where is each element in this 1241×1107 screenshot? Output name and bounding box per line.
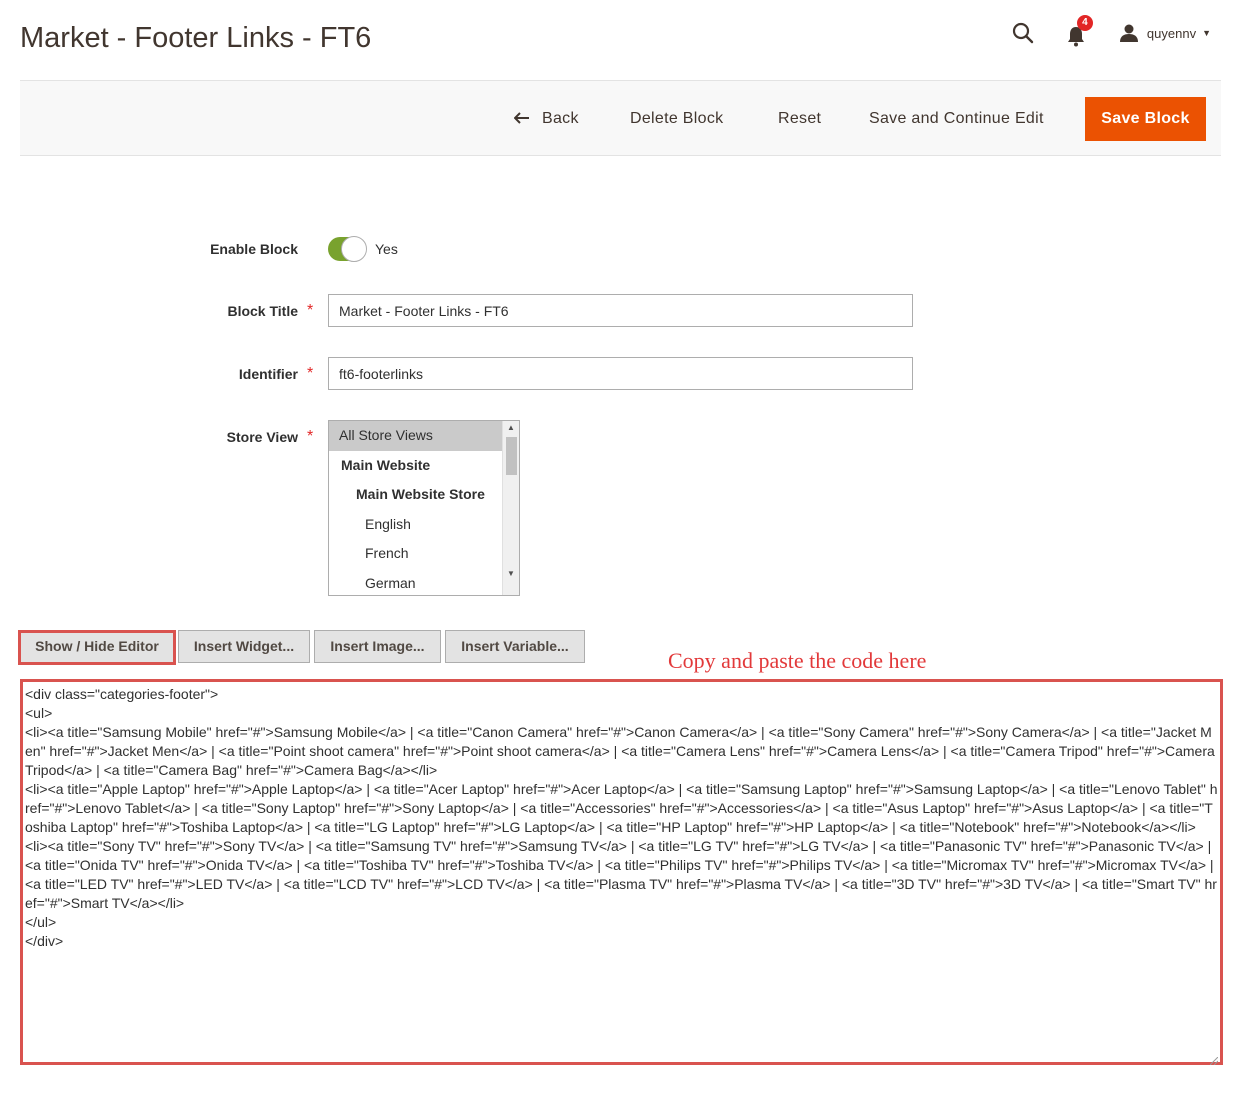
required-mark: * <box>307 428 314 445</box>
user-icon <box>1119 23 1139 43</box>
header-actions: 4 quyennv ▼ <box>1011 15 1211 48</box>
resize-grip-icon[interactable] <box>1209 1052 1219 1066</box>
notification-count-badge: 4 <box>1076 15 1093 31</box>
scroll-thumb[interactable] <box>506 437 517 475</box>
content-textarea[interactable] <box>23 682 1220 1062</box>
store-view-option-english[interactable]: English <box>329 510 502 540</box>
delete-block-button[interactable]: Delete Block <box>614 97 739 141</box>
save-and-continue-button[interactable]: Save and Continue Edit <box>853 97 1060 141</box>
scroll-down-icon[interactable]: ▼ <box>503 567 519 581</box>
identifier-input[interactable] <box>328 357 913 390</box>
reset-button[interactable]: Reset <box>762 97 837 141</box>
store-view-option-french[interactable]: French <box>329 539 502 569</box>
required-mark: * <box>307 302 314 319</box>
store-view-option-german[interactable]: German <box>329 569 502 596</box>
save-block-button[interactable]: Save Block <box>1085 97 1206 141</box>
enable-block-label: Enable Block <box>210 241 298 257</box>
page-actions-toolbar: Back Delete Block Reset Save and Continu… <box>20 80 1221 156</box>
content-editor <box>20 679 1223 1066</box>
store-view-multiselect[interactable]: All Store Views Main Website Main Websit… <box>328 420 520 596</box>
store-view-scrollbar[interactable]: ▲ ▼ <box>502 421 519 595</box>
page-title: Market - Footer Links - FT6 <box>20 22 372 54</box>
required-mark: * <box>307 365 314 382</box>
store-view-option-all[interactable]: All Store Views <box>329 421 502 451</box>
enable-block-value: Yes <box>375 241 398 257</box>
enable-block-toggle[interactable] <box>328 236 367 262</box>
store-view-option-main-website-store[interactable]: Main Website Store <box>329 480 502 510</box>
back-button-label: Back <box>542 110 579 127</box>
store-view-options: All Store Views Main Website Main Websit… <box>329 421 502 596</box>
arrow-left-icon <box>513 98 530 124</box>
bell-icon[interactable]: 4 <box>1067 15 1093 47</box>
back-button[interactable]: Back <box>498 97 595 141</box>
search-icon[interactable] <box>1011 21 1035 45</box>
store-view-option-main-website[interactable]: Main Website <box>329 451 502 481</box>
insert-widget-button[interactable]: Insert Widget... <box>178 630 310 663</box>
scroll-up-icon[interactable]: ▲ <box>503 421 519 435</box>
block-title-input[interactable] <box>328 294 913 327</box>
insert-variable-button[interactable]: Insert Variable... <box>445 630 585 663</box>
annotation-text: Copy and paste the code here <box>668 648 927 673</box>
store-view-label: Store View <box>226 429 298 445</box>
toggle-knob <box>341 236 367 262</box>
insert-image-button[interactable]: Insert Image... <box>314 630 441 663</box>
user-menu[interactable]: quyennv ▼ <box>1119 23 1211 43</box>
caret-down-icon: ▼ <box>1202 28 1211 38</box>
block-title-label: Block Title <box>227 303 298 319</box>
user-name: quyennv <box>1146 25 1197 41</box>
show-hide-editor-button[interactable]: Show / Hide Editor <box>20 630 174 663</box>
identifier-label: Identifier <box>238 366 298 382</box>
